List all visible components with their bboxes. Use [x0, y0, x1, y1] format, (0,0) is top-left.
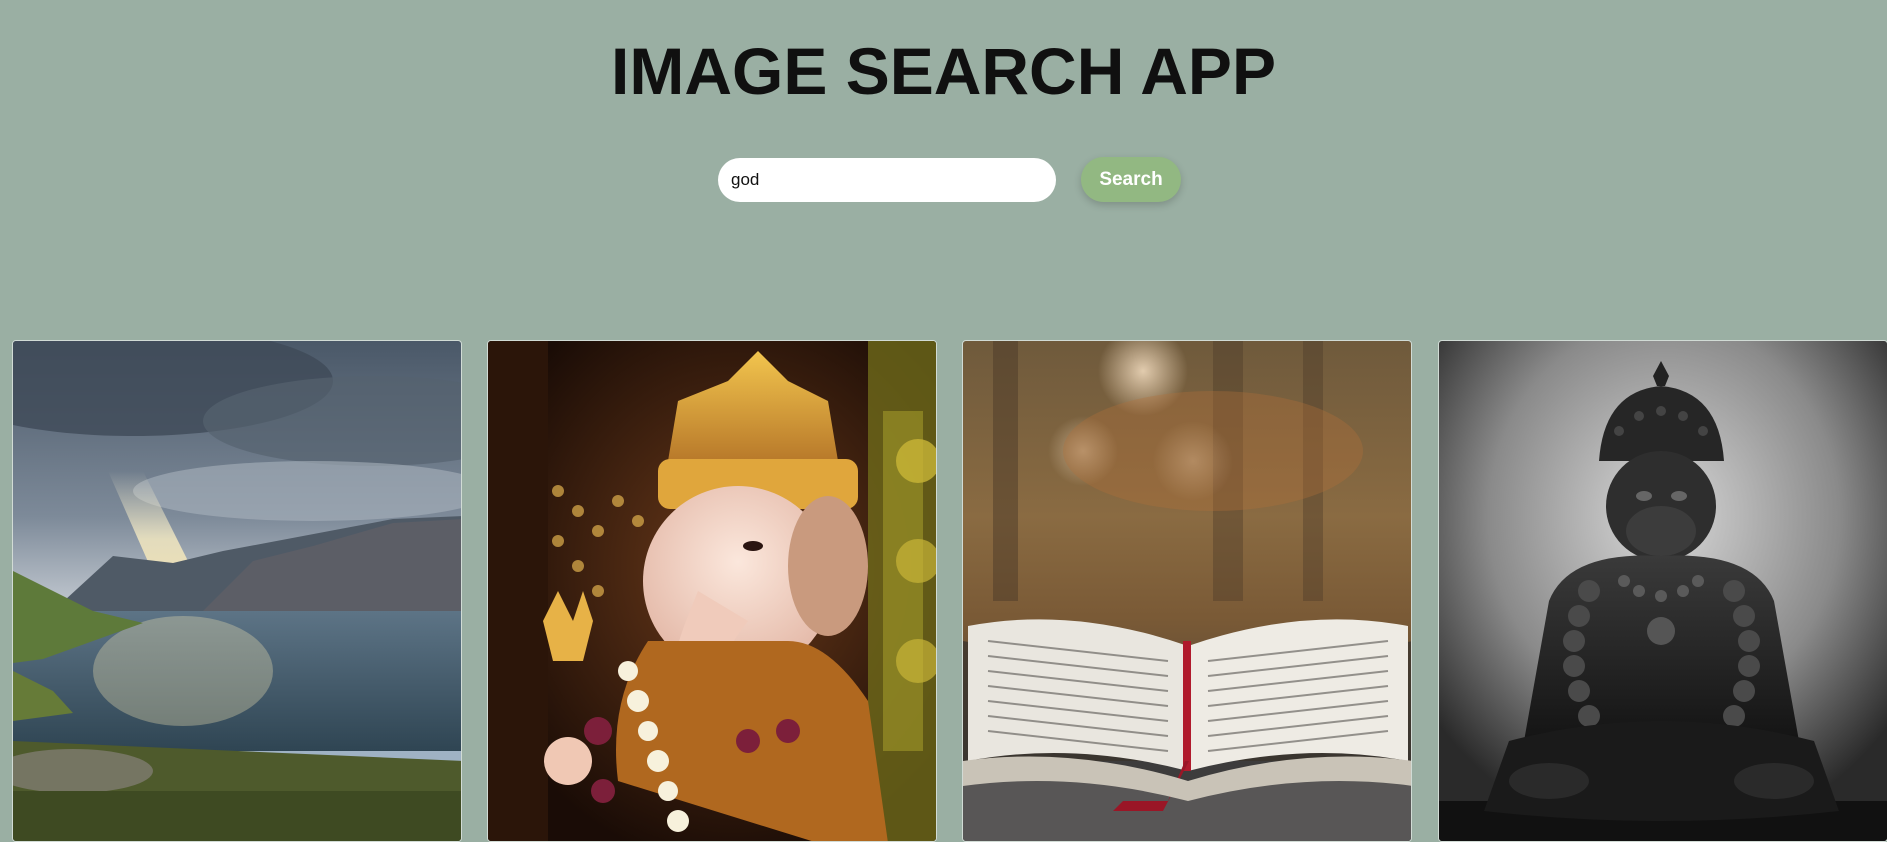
open-book-image: [963, 341, 1411, 841]
fjord-image: [13, 341, 461, 841]
search-bar: Search: [718, 157, 1181, 202]
result-image-card[interactable]: [1438, 340, 1887, 842]
search-input[interactable]: [718, 157, 1056, 202]
results-grid: [12, 340, 1887, 842]
search-button[interactable]: Search: [1081, 157, 1181, 202]
hanuman-statue-image: [1439, 341, 1887, 841]
app-page: IMAGE SEARCH APP Search: [0, 0, 1887, 842]
ganesha-image: [488, 341, 936, 841]
result-image-card[interactable]: [12, 340, 462, 842]
result-image-card[interactable]: [962, 340, 1412, 842]
result-image-card[interactable]: [487, 340, 937, 842]
page-title: IMAGE SEARCH APP: [611, 34, 1276, 108]
